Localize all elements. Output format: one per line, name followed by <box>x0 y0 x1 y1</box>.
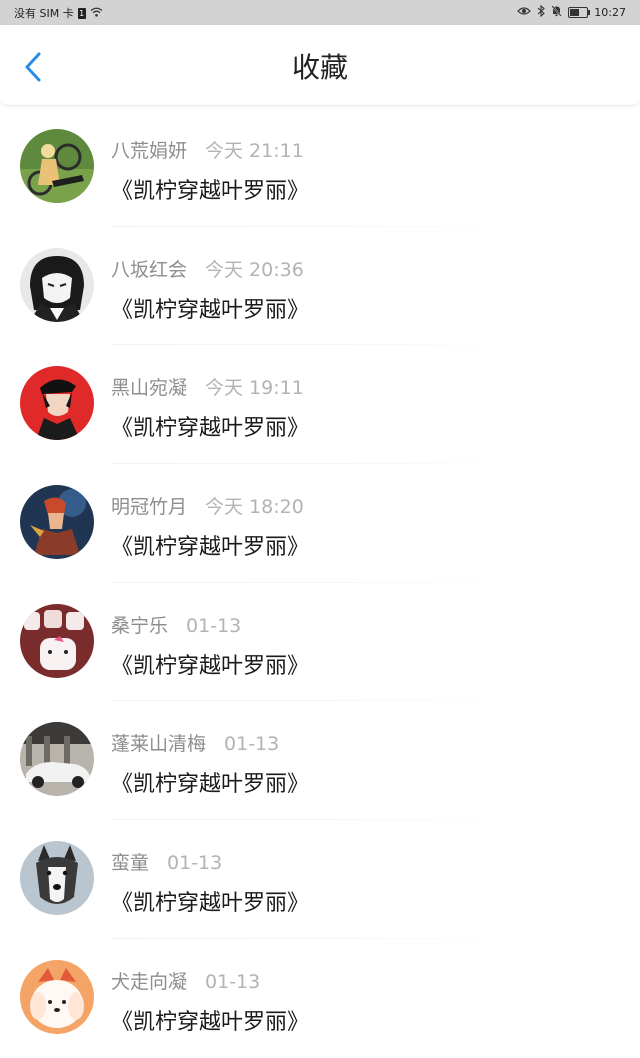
avatar <box>20 247 94 322</box>
item-title: 《凯柠穿越叶罗丽》 <box>111 653 310 679</box>
avatar <box>20 841 94 916</box>
item-title: 《凯柠穿越叶罗丽》 <box>111 535 310 561</box>
item-meta: 蛮童 01-13 <box>111 848 222 875</box>
battery-icon <box>568 7 591 18</box>
item-time: 今天 19:11 <box>205 377 304 400</box>
mute-bell-icon <box>551 5 563 20</box>
avatar <box>20 129 94 203</box>
item-title: 《凯柠穿越叶罗丽》 <box>111 297 310 323</box>
item-meta: 明冠竹月 今天 18:20 <box>111 492 304 519</box>
list-item[interactable]: 蛮童 01-13 《凯柠穿越叶罗丽》 <box>0 820 640 939</box>
list-item[interactable]: 犬走向凝 01-13 《凯柠穿越叶罗丽》 <box>0 939 640 1058</box>
status-right: 10:27 <box>517 4 626 20</box>
item-meta: 八荒娟妍 今天 21:11 <box>111 136 304 163</box>
sim-icon: 1 <box>77 7 86 19</box>
user-name: 明冠竹月 <box>111 496 188 519</box>
item-title: 《凯柠穿越叶罗丽》 <box>111 1009 310 1035</box>
avatar <box>20 722 94 797</box>
item-title: 《凯柠穿越叶罗丽》 <box>111 416 310 442</box>
item-time: 01-13 <box>224 733 280 756</box>
header: 收藏 <box>0 25 640 106</box>
list-item[interactable]: 黑山宛凝 今天 19:11 《凯柠穿越叶罗丽》 <box>0 345 640 465</box>
list-item[interactable]: 桑宁乐 01-13 《凯柠穿越叶罗丽》 <box>0 583 640 702</box>
item-time: 01-13 <box>205 970 261 993</box>
wifi-icon <box>90 7 103 20</box>
user-name: 犬走向凝 <box>111 970 188 993</box>
item-time: 01-13 <box>167 852 223 875</box>
user-name: 黑山宛凝 <box>111 377 188 400</box>
user-name: 桑宁乐 <box>111 614 169 637</box>
bluetooth-icon <box>537 4 546 20</box>
item-title: 《凯柠穿越叶罗丽》 <box>111 891 310 917</box>
clock-text: 10:27 <box>594 6 626 19</box>
user-name: 八坂红会 <box>111 258 188 281</box>
item-time: 今天 20:36 <box>205 258 304 281</box>
eye-icon <box>517 6 532 19</box>
item-time: 01-13 <box>186 614 242 637</box>
avatar <box>20 366 94 441</box>
item-time: 今天 21:11 <box>205 140 304 162</box>
user-name: 蓬莱山清梅 <box>111 733 207 756</box>
list-item[interactable]: 明冠竹月 今天 18:20 《凯柠穿越叶罗丽》 <box>0 464 640 583</box>
user-name: 蛮童 <box>111 852 150 875</box>
list-item[interactable]: 蓬莱山清梅 01-13 《凯柠穿越叶罗丽》 <box>0 701 640 821</box>
avatar <box>20 959 94 1034</box>
list-item[interactable]: 八荒娟妍 今天 21:11 《凯柠穿越叶罗丽》 <box>0 108 640 227</box>
avatar <box>20 603 94 678</box>
user-name: 八荒娟妍 <box>111 140 188 162</box>
page-title: 收藏 <box>291 51 348 84</box>
carrier-text: 没有 SIM 卡 <box>14 7 74 20</box>
item-meta: 犬走向凝 01-13 <box>111 967 260 994</box>
item-title: 《凯柠穿越叶罗丽》 <box>111 772 310 798</box>
item-meta: 蓬莱山清梅 01-13 <box>111 729 279 756</box>
status-left: 没有 SIM 卡 1 <box>14 5 103 21</box>
status-bar: 没有 SIM 卡 1 10:27 <box>0 0 640 25</box>
item-meta: 桑宁乐 01-13 <box>111 611 241 638</box>
item-time: 今天 18:20 <box>205 496 304 519</box>
item-meta: 黑山宛凝 今天 19:11 <box>111 373 304 400</box>
item-title: 《凯柠穿越叶罗丽》 <box>111 179 310 204</box>
favorites-list: 八荒娟妍 今天 21:11 《凯柠穿越叶罗丽》 八坂红会 今天 20:36 《凯柠穿… <box>0 108 640 1058</box>
item-meta: 八坂红会 今天 20:36 <box>111 255 304 282</box>
list-item[interactable]: 八坂红会 今天 20:36 《凯柠穿越叶罗丽》 <box>0 227 640 346</box>
avatar <box>20 485 94 560</box>
